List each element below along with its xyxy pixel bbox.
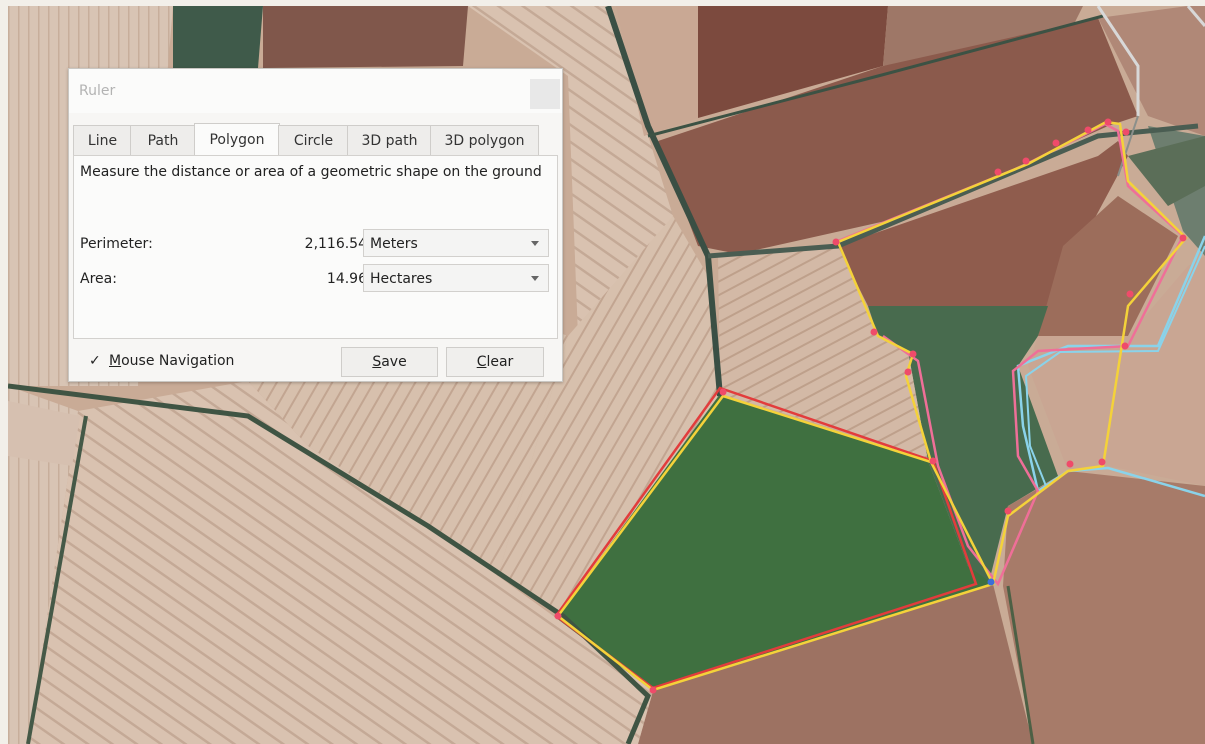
- area-value: 14.96: [326, 271, 367, 287]
- ruler-dialog: Ruler Line Path Polygon Circle 3D path 3…: [68, 68, 563, 382]
- tab-description: Measure the distance or area of a geomet…: [80, 164, 542, 180]
- polygon-panel: Measure the distance or area of a geomet…: [73, 155, 558, 339]
- vertex-handle[interactable]: [1066, 460, 1074, 468]
- vertex-handle[interactable]: [909, 350, 917, 358]
- vertex-handle[interactable]: [1052, 139, 1060, 147]
- area-label: Area:: [80, 271, 117, 287]
- perimeter-unit-value: Meters: [370, 236, 418, 252]
- tab-label: 3D path: [361, 132, 418, 149]
- clear-button[interactable]: Clear: [446, 347, 544, 377]
- perimeter-label: Perimeter:: [80, 236, 153, 252]
- chevron-down-icon: [531, 276, 539, 281]
- vertex-handle[interactable]: [832, 238, 840, 246]
- perimeter-value: 2,116.54: [304, 236, 367, 252]
- tab-label: Polygon: [209, 132, 265, 148]
- vertex-handle-selected[interactable]: [987, 578, 995, 586]
- vertex-handle[interactable]: [1022, 157, 1030, 165]
- vertex-handle[interactable]: [1122, 128, 1130, 136]
- area-unit-select[interactable]: Hectares: [363, 264, 549, 292]
- vertex-handle[interactable]: [1004, 507, 1012, 515]
- ruler-titlebar[interactable]: Ruler: [69, 69, 562, 113]
- clear-button-label: Clear: [476, 354, 514, 370]
- window-control-button[interactable]: [530, 79, 560, 109]
- chevron-down-icon: [531, 241, 539, 246]
- vertex-handle[interactable]: [1121, 342, 1129, 350]
- vertex-handle[interactable]: [649, 686, 657, 694]
- vertex-handle[interactable]: [1179, 234, 1187, 242]
- checkmark-icon: ✓: [89, 353, 101, 369]
- area-unit-value: Hectares: [370, 271, 433, 287]
- tab-circle[interactable]: Circle: [278, 125, 349, 155]
- save-button-label: Save: [372, 354, 407, 370]
- tab-3d-polygon[interactable]: 3D polygon: [430, 125, 539, 155]
- vertex-handle[interactable]: [904, 368, 912, 376]
- tab-label: Path: [147, 132, 179, 149]
- tab-label: Line: [87, 132, 118, 149]
- vertex-handle[interactable]: [554, 612, 562, 620]
- tab-label: 3D polygon: [444, 132, 525, 149]
- mouse-navigation-checkbox[interactable]: ✓ Mouse Navigation: [89, 353, 234, 369]
- vertex-handle[interactable]: [1104, 118, 1112, 126]
- tab-polygon[interactable]: Polygon: [194, 123, 280, 156]
- dialog-title: Ruler: [79, 83, 116, 99]
- tab-3d-path[interactable]: 3D path: [347, 125, 432, 155]
- tab-label: Circle: [293, 132, 334, 149]
- vertex-handle[interactable]: [994, 168, 1002, 176]
- vertex-handle[interactable]: [929, 457, 937, 465]
- vertex-handle[interactable]: [1098, 458, 1106, 466]
- vertex-handle[interactable]: [870, 328, 878, 336]
- tab-path[interactable]: Path: [130, 125, 196, 155]
- vertex-handle[interactable]: [1084, 126, 1092, 134]
- vertex-handle[interactable]: [719, 388, 727, 396]
- tab-line[interactable]: Line: [73, 125, 132, 155]
- save-button[interactable]: Save: [341, 347, 438, 377]
- perimeter-unit-select[interactable]: Meters: [363, 229, 549, 257]
- vertex-handle[interactable]: [1126, 290, 1134, 298]
- mouse-navigation-label: Mouse Navigation: [109, 353, 235, 369]
